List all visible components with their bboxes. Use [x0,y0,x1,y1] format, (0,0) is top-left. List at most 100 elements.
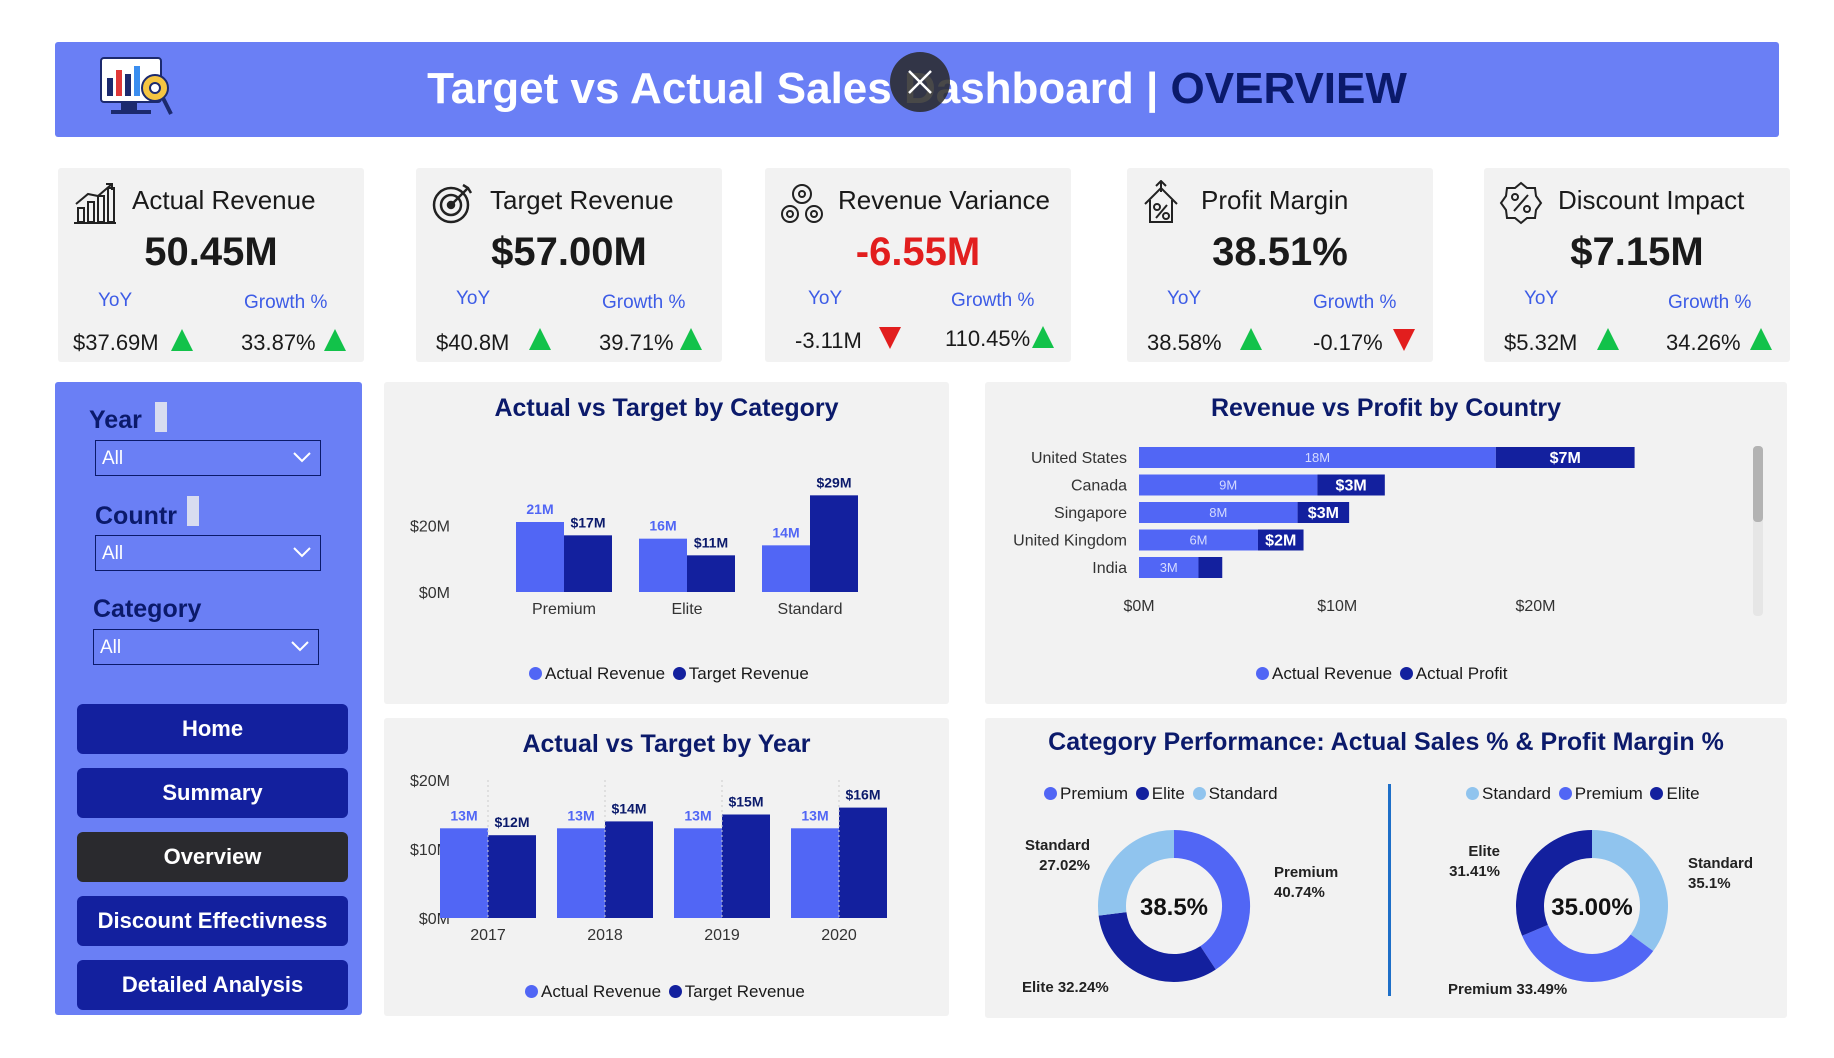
nav-detailed-analysis-button[interactable]: Detailed Analysis [77,960,348,1010]
year-chart-panel: Actual vs Target by Year $0M $10M $20M 13M $… [384,718,949,1016]
legend-target-label: Target Revenue [684,982,805,1001]
data-label: $29M [816,474,851,490]
category-label: Singapore [1054,505,1127,522]
nav-home-button[interactable]: Home [77,704,348,754]
donut-charts: Premium 40.74% Elite 32.24% Standard 27.02% 3… [1022,830,1753,998]
legend-actual-label: Actual Revenue [1272,664,1393,683]
x-tick-label: $20M [1515,598,1555,615]
legend-target-label: Target Revenue [688,664,809,683]
x-tick-label: Standard [778,601,843,618]
target-icon [430,180,476,226]
kpi-growth-label: Growth % [602,292,686,313]
legend-dot-target [672,667,686,680]
kpi-title: Discount Impact [1558,185,1745,215]
bar [557,828,605,918]
data-label: $12M [494,814,529,830]
x-tick-label: $10M [1317,598,1357,615]
data-label: $7M [1550,450,1581,467]
data-label: 8M [1209,505,1227,520]
data-label: 13M [567,807,594,823]
kpi-title: Actual Revenue [132,185,316,215]
legend-dot-target [668,985,682,998]
year-select-value: All [102,448,124,469]
kpi-title: Profit Margin [1201,185,1349,215]
chart-legend: Actual Revenue Actual Profit [1253,664,1507,684]
category-performance-panel: Category Performance: Actual Sales % & P… [985,718,1787,1018]
kpi-yoy-label: YoY [1524,288,1559,309]
data-label: 9M [1219,478,1237,493]
data-label: $17M [570,514,605,530]
kpi-yoy-label: YoY [808,288,843,309]
bar [762,545,810,592]
donut-center-value: 38.5% [1140,894,1208,921]
trend-up-icon [529,328,551,350]
close-button[interactable] [890,52,950,112]
kpi-yoy-label: YoY [456,288,491,309]
kpi-growth-label: Growth % [951,290,1035,311]
y-tick-label: $20M [410,773,450,790]
nav-summary-button[interactable]: Summary [77,768,348,818]
kpi-value: 50.45M [144,230,278,274]
slice-label: Standard [1025,837,1090,854]
bar-growth-icon [72,180,118,226]
kpi-yoy-value: -3.11M [795,328,862,353]
data-label: 16M [649,518,676,534]
x-tick-label: 2018 [587,927,623,944]
legend-actual-label: Actual Revenue [541,982,662,1001]
kpi-growth-value: 110.45% [945,326,1031,351]
kpi-growth-value: -0.17% [1313,330,1383,355]
bar [488,835,536,918]
slice-label: Premium [1274,864,1338,881]
trend-down-icon [879,327,901,349]
trend-up-icon [324,329,346,351]
kpi-yoy-value: $40.8M [436,330,510,355]
data-label: $11M [694,534,728,550]
scrollbar-thumb[interactable] [1753,446,1763,522]
data-label: 13M [801,807,828,823]
x-tick-label: 2019 [704,927,740,944]
filter-marker [155,402,167,432]
data-label: 3M [1160,560,1178,575]
legend-dot-actual [529,667,542,680]
slice-pct: 40.74% [1274,884,1325,901]
scrollbar-track[interactable] [1753,446,1763,616]
filter-label-country: Countr [95,502,177,530]
kpi-card-discount-impact: Discount Impact $7.15M YoY Growth % $5.3… [1484,168,1790,362]
category-chart-panel: Actual vs Target by Category $0M $20M 21M $… [384,382,949,704]
country-select[interactable]: All [95,535,321,571]
nav-discount-button[interactable]: Discount Effectivness [77,896,348,946]
slice-label: Standard [1688,855,1753,872]
year-bar-chart: $0M$10M$20M13M $12M201713M $14M201813M$15M… [410,773,887,944]
slice-label: Elite 32.24% [1022,979,1109,996]
trend-up-icon [1750,328,1772,350]
slice-label: Elite [1468,843,1500,860]
trend-up-icon [1597,328,1619,350]
data-label: 21M [526,501,553,517]
legend-dot-actual [525,985,538,998]
filter-label-category: Category [93,595,202,623]
filter-marker [187,496,199,526]
kpi-card-target-revenue: Target Revenue $57.00M YoY Growth % $40.… [416,168,722,362]
bar [605,821,653,918]
bar [839,807,887,918]
nav-overview-button[interactable]: Overview [77,832,348,882]
close-icon [908,70,932,94]
trend-up-icon [680,328,702,350]
kpi-yoy-value: $37.69M [73,330,159,355]
bar [440,828,488,918]
kpi-growth-value: 33.87% [241,330,316,355]
kpi-yoy-label: YoY [1167,288,1202,309]
trend-down-icon [1393,329,1415,351]
bar [687,555,735,592]
category-select[interactable]: All [93,629,319,665]
chevron-down-icon [291,641,309,652]
kpi-card-revenue-variance: Revenue Variance -6.55M YoY Growth % -3.… [765,168,1071,362]
kpi-yoy-value: $5.32M [1504,330,1578,355]
kpi-growth-value: 39.71% [599,330,674,355]
year-select[interactable]: All [95,440,321,476]
donut-slice [1522,924,1654,982]
slice-pct: 31.41% [1449,863,1500,880]
data-label: 13M [450,807,477,823]
donut-center-value: 35.00% [1551,894,1632,921]
discount-badge-icon [1498,180,1544,226]
